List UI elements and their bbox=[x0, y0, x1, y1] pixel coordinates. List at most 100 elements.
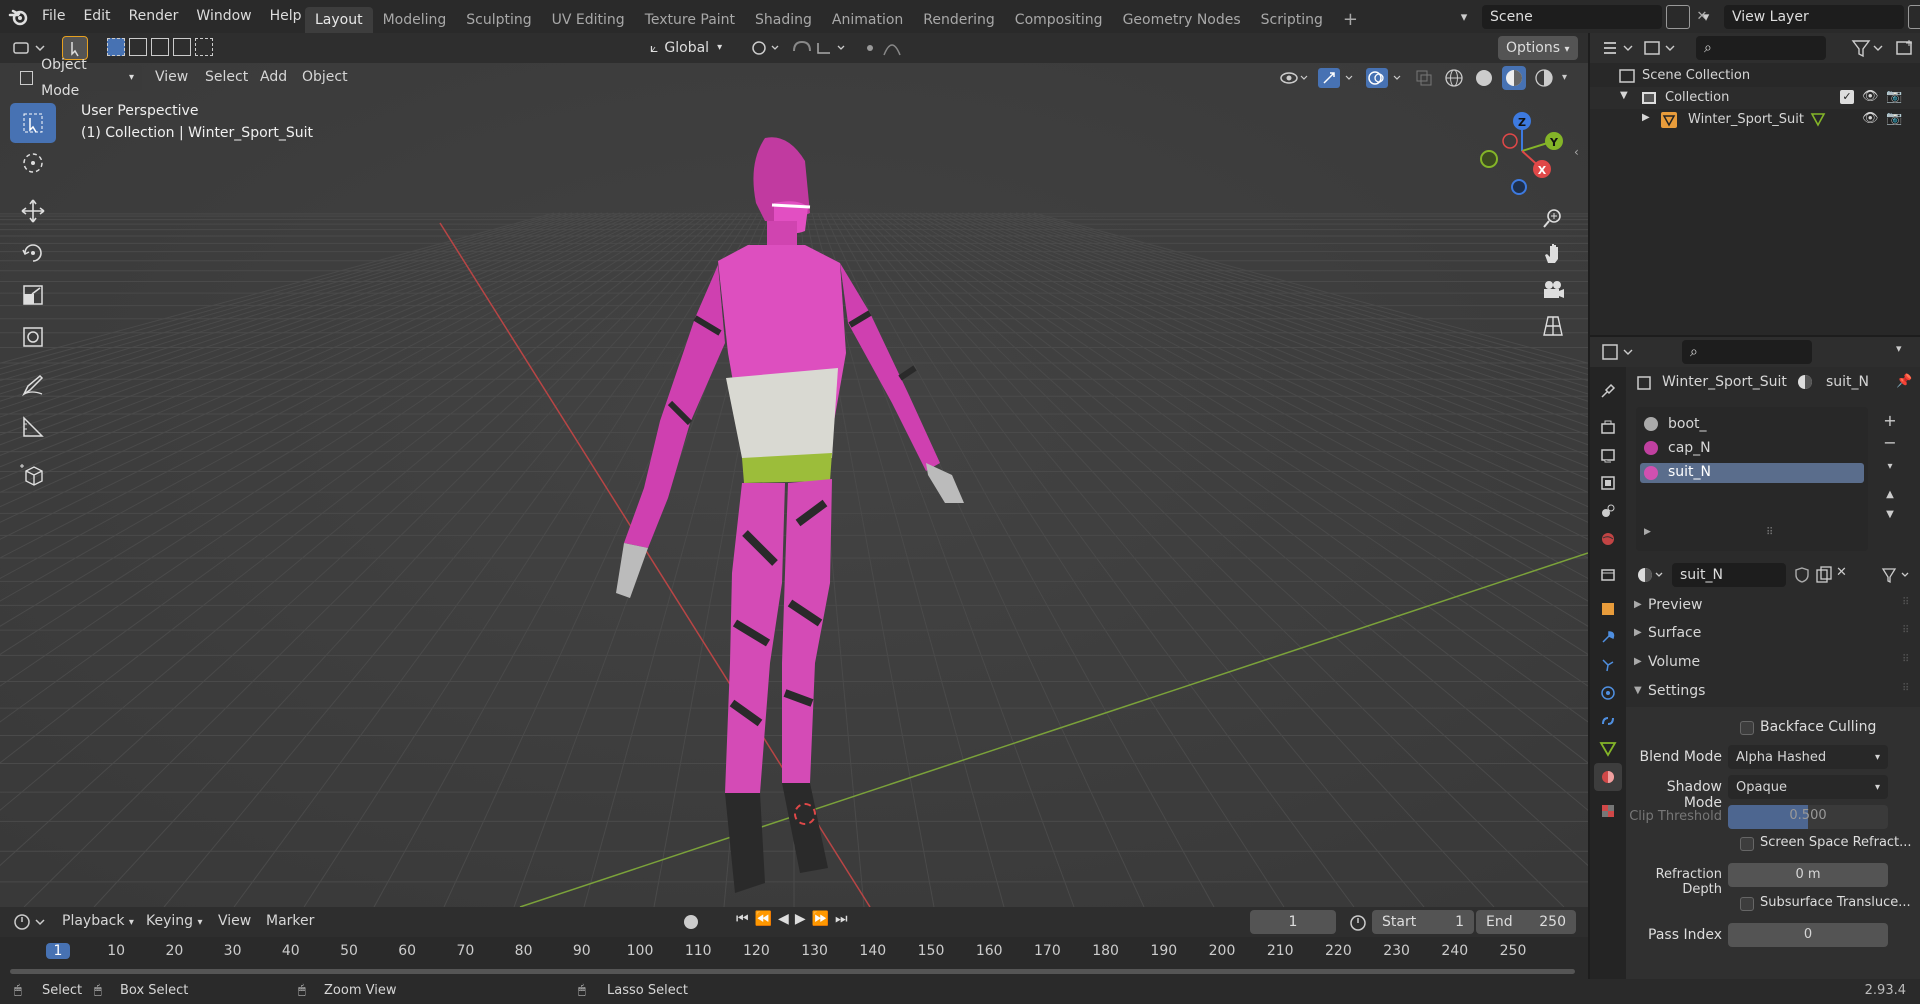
camera-view-icon[interactable] bbox=[1540, 277, 1566, 303]
link-mode-icon[interactable] bbox=[1880, 565, 1914, 585]
list-filter-chevron-icon[interactable]: ▶ bbox=[1644, 527, 1651, 537]
panel-drag-handle-icon[interactable]: ⠿ bbox=[1902, 683, 1909, 694]
subtract-selection-icon[interactable] bbox=[151, 38, 169, 56]
timeline-scrollbar[interactable] bbox=[10, 969, 1575, 974]
rendered-shading-icon[interactable] bbox=[1532, 66, 1556, 90]
xray-toggle-icon[interactable] bbox=[1412, 66, 1436, 90]
next-keyframe-icon[interactable]: ⏩ bbox=[812, 911, 829, 927]
panel-drag-handle-icon[interactable]: ⠿ bbox=[1902, 597, 1909, 608]
wireframe-shading-icon[interactable] bbox=[1442, 66, 1466, 90]
tab-shading[interactable]: Shading bbox=[745, 7, 822, 33]
blender-logo-icon[interactable] bbox=[8, 7, 28, 27]
pin-icon[interactable]: 📌 bbox=[1896, 374, 1912, 389]
navigation-gizmo[interactable]: Z Y X bbox=[1472, 101, 1572, 201]
tab-particles-icon[interactable] bbox=[1594, 651, 1622, 679]
tab-modifiers-icon[interactable] bbox=[1594, 623, 1622, 651]
view-layer-icon[interactable]: ▾ bbox=[1688, 5, 1724, 29]
tab-material-icon[interactable] bbox=[1594, 763, 1622, 791]
new-scene-icon[interactable] bbox=[1666, 5, 1690, 29]
properties-editor-type-icon[interactable] bbox=[1600, 341, 1636, 363]
eye-icon[interactable]: 👁 bbox=[1862, 89, 1879, 104]
screen-space-refraction-checkbox[interactable] bbox=[1740, 837, 1754, 851]
material-slot-row-selected[interactable]: suit_N bbox=[1640, 463, 1864, 483]
timeline-menu-keying[interactable]: Keying ▾ bbox=[146, 913, 203, 929]
tab-modeling[interactable]: Modeling bbox=[373, 7, 457, 33]
scene-icon[interactable]: ▾ bbox=[1446, 5, 1482, 29]
record-keyframe-icon[interactable] bbox=[684, 915, 698, 929]
start-frame-field[interactable]: Start 1 bbox=[1372, 910, 1474, 934]
play-reverse-icon[interactable]: ◀ bbox=[778, 911, 789, 927]
3d-viewport[interactable]: ⟀ Global ▾ Options ▾ Object Mode ▾ View … bbox=[0, 33, 1588, 907]
scale-tool[interactable] bbox=[10, 275, 56, 315]
expand-chevron-icon[interactable]: ▼ bbox=[1620, 90, 1628, 101]
tab-constraints-icon[interactable] bbox=[1594, 707, 1622, 735]
tab-scripting[interactable]: Scripting bbox=[1251, 7, 1333, 33]
rotate-tool[interactable] bbox=[10, 233, 56, 273]
material-name-field[interactable]: suit_N bbox=[1672, 563, 1786, 587]
eye-icon[interactable]: 👁 bbox=[1862, 111, 1879, 126]
panel-surface[interactable]: ▶ Surface ⠿ bbox=[1626, 621, 1920, 647]
proportional-editing-icon[interactable] bbox=[862, 37, 922, 59]
sidebar-collapse-icon[interactable]: ‹ bbox=[1574, 145, 1579, 159]
properties-options-chevron-icon[interactable]: ▾ bbox=[1896, 342, 1902, 355]
panel-drag-handle-icon[interactable]: ⠿ bbox=[1902, 654, 1909, 665]
material-preview-shading-icon[interactable] bbox=[1502, 66, 1526, 90]
fake-user-shield-icon[interactable] bbox=[1792, 565, 1812, 585]
timeline-menu-marker[interactable]: Marker bbox=[266, 913, 314, 929]
backface-culling-checkbox[interactable] bbox=[1740, 721, 1754, 735]
playhead-current-frame[interactable]: 1 bbox=[46, 943, 70, 959]
solid-shading-icon[interactable] bbox=[1472, 66, 1496, 90]
extend-selection-icon[interactable] bbox=[129, 38, 147, 56]
tab-layout[interactable]: Layout bbox=[305, 7, 373, 33]
remove-slot-icon[interactable]: − bbox=[1880, 433, 1900, 452]
tab-render-icon[interactable] bbox=[1594, 413, 1622, 441]
play-icon[interactable]: ▶ bbox=[795, 911, 806, 927]
render-camera-icon[interactable]: 📷 bbox=[1886, 89, 1902, 104]
visibility-eye-icon[interactable] bbox=[1278, 66, 1310, 90]
tab-texture-paint[interactable]: Texture Paint bbox=[635, 7, 745, 33]
duplicate-material-icon[interactable] bbox=[1814, 565, 1834, 585]
viewport-menu-add[interactable]: Add bbox=[260, 69, 287, 85]
tab-rendering[interactable]: Rendering bbox=[913, 7, 1005, 33]
display-mode-icon[interactable] bbox=[1642, 37, 1678, 59]
overlays-toggle-icon[interactable] bbox=[1364, 66, 1406, 90]
tab-world-icon[interactable] bbox=[1594, 525, 1622, 553]
outliner-editor-type-icon[interactable] bbox=[1600, 37, 1636, 59]
tab-view-layer-icon[interactable] bbox=[1594, 469, 1622, 497]
tab-sculpting[interactable]: Sculpting bbox=[456, 7, 541, 33]
tab-scene-icon[interactable] bbox=[1594, 497, 1622, 525]
jump-end-icon[interactable]: ⏭ bbox=[835, 911, 848, 927]
viewport-menu-select[interactable]: Select bbox=[205, 69, 248, 85]
transform-tool[interactable] bbox=[10, 317, 56, 357]
material-slot-row[interactable]: cap_N bbox=[1640, 439, 1864, 459]
panel-drag-handle-icon[interactable]: ⠿ bbox=[1902, 625, 1909, 636]
menu-file[interactable]: File bbox=[33, 0, 74, 33]
prev-keyframe-icon[interactable]: ⏪ bbox=[755, 911, 772, 927]
intersect-selection-icon[interactable] bbox=[195, 38, 213, 56]
blend-mode-dropdown[interactable]: Alpha Hashed ▾ bbox=[1728, 745, 1888, 769]
tab-object-icon[interactable] bbox=[1594, 595, 1622, 623]
refraction-depth-field[interactable]: 0 m bbox=[1728, 863, 1888, 887]
outliner-search-input[interactable]: ⌕ bbox=[1696, 36, 1826, 60]
pivot-point-icon[interactable] bbox=[748, 37, 782, 59]
material-slot-row[interactable]: boot_ bbox=[1640, 415, 1864, 435]
current-frame-field[interactable]: 1 bbox=[1250, 910, 1336, 934]
viewport-menu-object[interactable]: Object bbox=[302, 69, 348, 85]
properties-search-input[interactable]: ⌕ bbox=[1682, 340, 1812, 364]
menu-help[interactable]: Help bbox=[261, 0, 311, 33]
clip-threshold-slider[interactable]: 0.500 bbox=[1728, 805, 1888, 829]
new-collection-icon[interactable] bbox=[1894, 37, 1916, 59]
filter-icon[interactable] bbox=[1850, 37, 1886, 59]
menu-window[interactable]: Window bbox=[187, 0, 260, 33]
subsurface-translucency-checkbox[interactable] bbox=[1740, 897, 1754, 911]
tab-tool-icon[interactable] bbox=[1594, 377, 1622, 405]
invert-selection-icon[interactable] bbox=[173, 38, 191, 56]
measure-tool[interactable] bbox=[10, 407, 56, 447]
options-dropdown[interactable]: Options ▾ bbox=[1498, 36, 1578, 60]
shadow-mode-dropdown[interactable]: Opaque ▾ bbox=[1728, 775, 1888, 799]
panel-preview[interactable]: ▶ Preview ⠿ bbox=[1626, 593, 1920, 619]
shading-options-chevron-icon[interactable]: ▾ bbox=[1562, 66, 1578, 90]
slot-specials-chevron-icon[interactable]: ▾ bbox=[1880, 461, 1900, 472]
select-box-tool[interactable] bbox=[10, 103, 56, 143]
timeline-menu-playback[interactable]: Playback ▾ bbox=[62, 913, 134, 929]
